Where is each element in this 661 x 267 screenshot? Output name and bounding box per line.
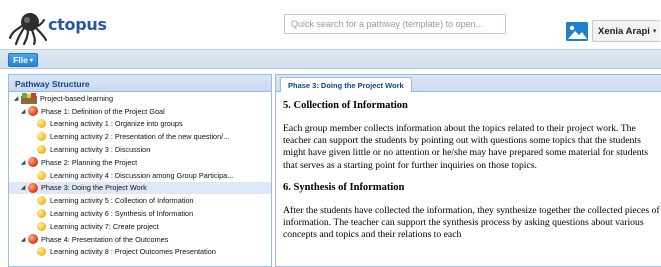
tree-item-activity[interactable]: Learning activity 6 : Synthesis of Infor…	[9, 207, 271, 220]
tree-item-label: Learning activity 7: Create project	[50, 221, 159, 231]
tree-item-activity[interactable]: Learning activity 8 : Project Outcomes P…	[9, 246, 271, 259]
pathway-search[interactable]	[284, 14, 506, 34]
section-body: Each group member collects information a…	[283, 123, 649, 171]
activity-icon	[37, 196, 46, 206]
phase-icon	[28, 182, 38, 193]
logo-text: ctopus	[48, 15, 107, 34]
pathway-structure-panel: Pathway Structure ◢ Project-based learnin…	[8, 74, 272, 267]
file-menu-button[interactable]: File ▾	[8, 53, 38, 67]
phase-icon	[28, 106, 38, 117]
activity-icon	[37, 132, 46, 142]
chevron-down-icon: ▾	[29, 57, 33, 64]
tree-item-activity[interactable]: Learning activity 3 : Discussion	[9, 143, 271, 156]
tree-item-project[interactable]: ◢ Project-based learning	[9, 92, 271, 105]
project-icon	[21, 92, 37, 104]
tree-item-activity[interactable]: Learning activity 4 : Discussion among G…	[9, 169, 271, 182]
phase-icon	[28, 234, 38, 245]
section-heading: 6. Synthesis of Information	[283, 181, 405, 193]
tree-item-label: Phase 4: Presentation of the Outcomes	[41, 234, 169, 244]
tree-item-phase[interactable]: ◢ Phase 4: Presentation of the Outcomes	[9, 233, 271, 246]
content-panel: Phase 3: Doing the Project Work 5. Colle…	[275, 74, 661, 267]
tree-item-label: Phase 2: Planning the Project	[41, 157, 138, 167]
activity-icon	[37, 221, 46, 231]
tree-item-label: Learning activity 6 : Synthesis of Infor…	[50, 209, 194, 219]
file-menu-label: File	[13, 55, 28, 65]
tree-item-label: Learning activity 8 : Project Outcomes P…	[50, 247, 216, 257]
tree-item-activity[interactable]: Learning activity 2 : Presentation of th…	[9, 130, 271, 143]
tab-phase-3[interactable]: Phase 3: Doing the Project Work	[280, 77, 412, 92]
tree-item-phase[interactable]: ◢ Phase 1: Definition of the Project Goal	[9, 105, 271, 118]
expand-triangle-icon[interactable]: ◢	[20, 184, 26, 191]
phase-content: 5. Collection of Information Each group …	[276, 92, 661, 241]
chevron-down-icon: ▾	[652, 28, 657, 35]
expand-triangle-icon[interactable]: ◢	[13, 95, 19, 102]
activity-icon	[37, 209, 46, 219]
tree-item-label: Learning activity 3 : Discussion	[50, 145, 151, 155]
tree-item-label: Phase 1: Definition of the Project Goal	[41, 106, 165, 116]
tree-item-phase[interactable]: ◢ Phase 3: Doing the Project Work	[9, 181, 271, 195]
tree-item-activity[interactable]: Learning activity 1 : Organize into grou…	[9, 118, 271, 131]
app-header: ctopus Xenia Arapi ▾	[0, 0, 661, 50]
activity-icon	[37, 119, 46, 129]
tree-item-label: Learning activity 1 : Organize into grou…	[50, 119, 183, 129]
tree-item-label: Learning activity 4 : Discussion among G…	[50, 170, 234, 180]
section-heading: 5. Collection of Information	[283, 100, 408, 111]
octopus-logo[interactable]: ctopus	[8, 6, 107, 46]
search-input[interactable]	[285, 15, 505, 33]
tree-item-activity[interactable]: Learning activity 7: Create project	[9, 220, 271, 233]
tree-item-label: Project-based learning	[40, 93, 114, 103]
tree-item-phase[interactable]: ◢ Phase 2: Planning the Project	[9, 156, 271, 169]
phase-icon	[28, 157, 38, 168]
user-avatar-icon[interactable]	[566, 22, 588, 41]
toolbar: File ▾	[0, 49, 661, 69]
activity-icon	[37, 247, 46, 257]
tree-item-label: Learning activity 5 : Collection of Info…	[50, 196, 194, 206]
expand-triangle-icon[interactable]: ◢	[20, 108, 26, 115]
panel-title: Pathway Structure	[9, 75, 271, 92]
tree-item-activity[interactable]: Learning activity 5 : Collection of Info…	[9, 194, 271, 207]
activity-icon	[37, 170, 46, 180]
section-body: After the students have collected the in…	[283, 204, 660, 241]
tree-item-label: Phase 3: Doing the Project Work	[41, 183, 147, 193]
tree-item-label: Learning activity 2 : Presentation of th…	[50, 132, 230, 142]
expand-triangle-icon[interactable]: ◢	[20, 236, 26, 243]
tab-bar: Phase 3: Doing the Project Work	[276, 75, 661, 92]
user-name: Xenia Arapi	[598, 25, 650, 37]
pathway-tree: ◢ Project-based learning ◢ Phase 1: Definit…	[9, 92, 271, 258]
octopus-icon	[8, 13, 48, 46]
user-menu[interactable]: Xenia Arapi ▾	[592, 20, 661, 42]
activity-icon	[37, 145, 46, 155]
expand-triangle-icon[interactable]: ◢	[20, 159, 26, 166]
